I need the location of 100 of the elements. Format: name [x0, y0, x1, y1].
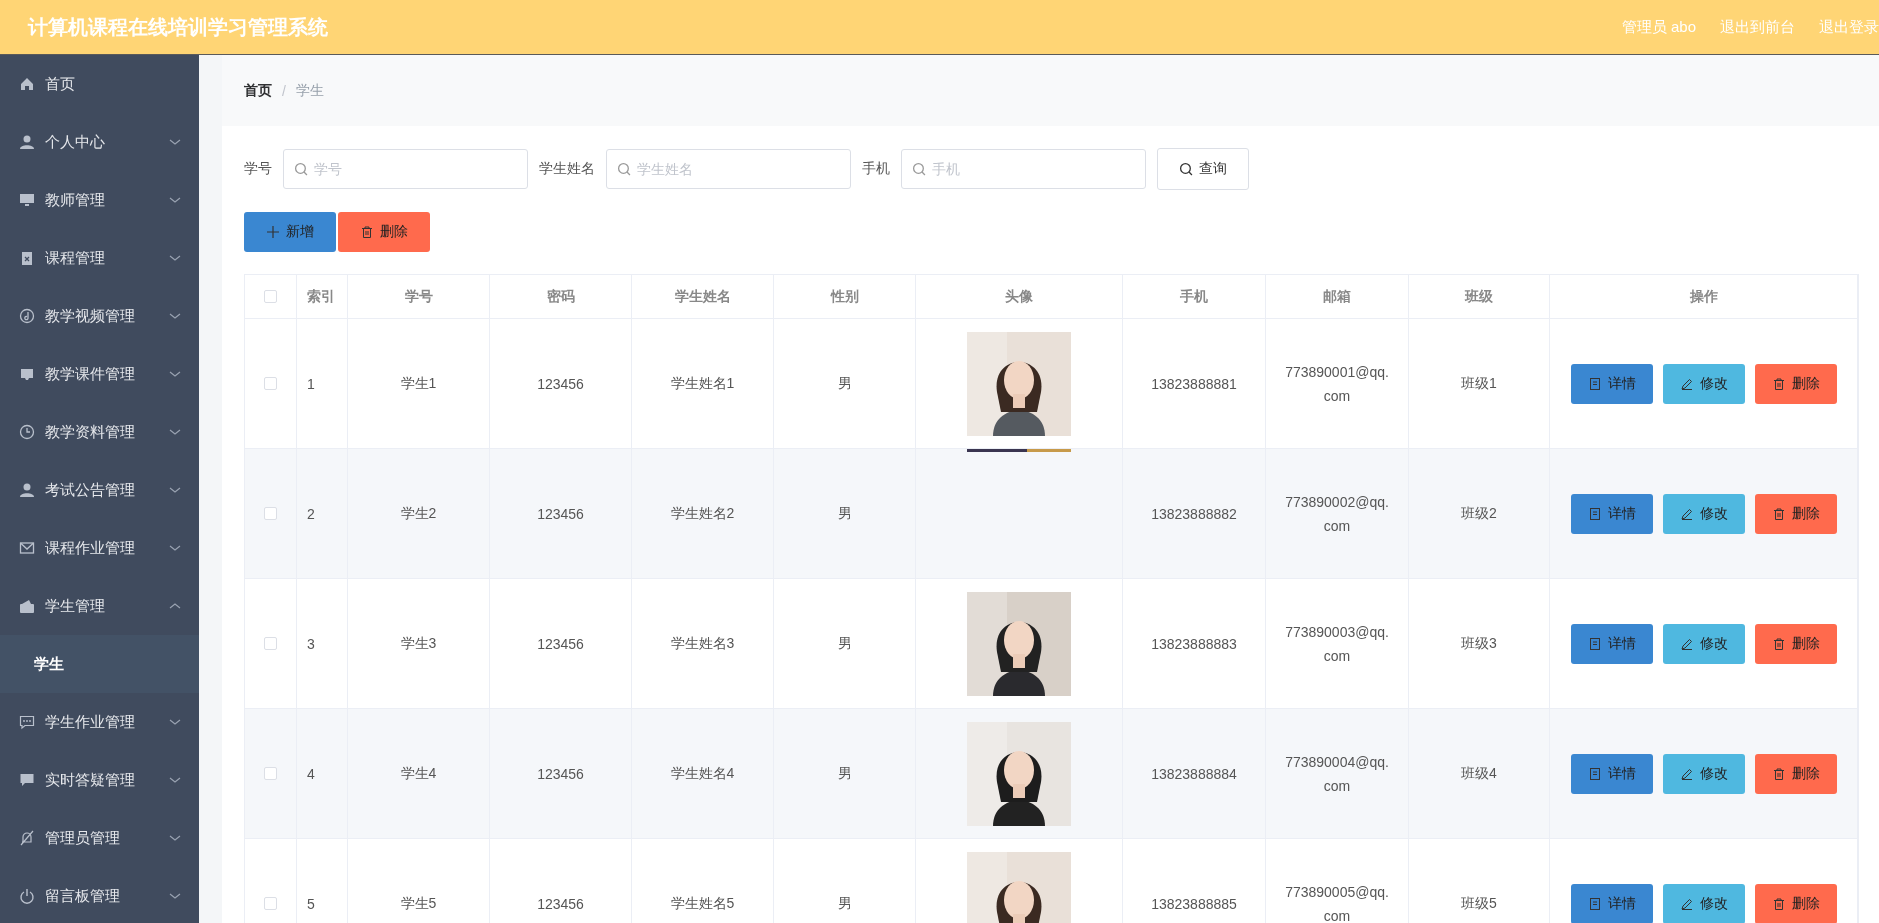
table-cell: 13823888883 [1151, 635, 1237, 652]
checkbox[interactable] [264, 637, 277, 650]
sidebar-item[interactable]: 个人中心 [0, 113, 199, 171]
table-cell: 男 [837, 634, 852, 653]
sidebar-item[interactable]: 课程管理 [0, 229, 199, 287]
table-cell: 男 [837, 894, 852, 913]
document-icon [1587, 636, 1602, 651]
details-button[interactable]: 详情 [1570, 623, 1653, 664]
tray-icon [19, 366, 35, 382]
table-cell: 男 [837, 374, 852, 393]
sidebar-item[interactable]: 教师管理 [0, 171, 199, 229]
search-icon [294, 162, 308, 176]
table-cell: 学生姓名2 [670, 504, 735, 523]
details-button[interactable]: 详情 [1570, 493, 1653, 534]
trash-icon [360, 225, 374, 239]
delete-button[interactable]: 删除 [1754, 363, 1837, 404]
trash-icon [1771, 376, 1786, 391]
sidebar-item[interactable]: 教学资料管理 [0, 403, 199, 461]
table-cell-text: 773890005@qq.com [1284, 882, 1390, 923]
checkbox[interactable] [264, 290, 277, 303]
sidebar-item[interactable]: 学生作业管理 [0, 693, 199, 751]
edit-button[interactable]: 修改 [1662, 623, 1745, 664]
search-field[interactable]: 学生姓名 [606, 149, 851, 189]
document-icon [1587, 376, 1602, 391]
sidebar-subitem[interactable]: 学生 [0, 635, 199, 693]
table-cell: 学生5 [400, 894, 437, 913]
breadcrumb-item[interactable]: 首页 [244, 81, 272, 100]
delete-button[interactable]: 删除 [1754, 753, 1837, 794]
delete-button[interactable]: 删除 [338, 212, 430, 252]
search-button[interactable]: 查询 [1157, 148, 1249, 190]
table-cell: 学生1 [400, 374, 437, 393]
table-cell-text: 773890001@qq.com [1284, 362, 1390, 406]
search-field[interactable]: 手机 [901, 149, 1146, 189]
add-button[interactable]: 新增 [244, 212, 336, 252]
table-cell: 学生3 [400, 634, 437, 653]
table-cell: 学生姓名1 [670, 374, 735, 393]
details-button[interactable]: 详情 [1570, 753, 1653, 794]
field-label: 学生姓名 [539, 160, 595, 178]
details-button[interactable]: 详情 [1570, 883, 1653, 923]
plus-icon [266, 225, 280, 239]
table-cell: 13823888882 [1151, 505, 1237, 522]
table-cell: 2 [307, 505, 315, 522]
sidebar-item[interactable]: 留言板管理 [0, 867, 199, 923]
app-title: 计算机课程在线培训学习管理系统 [28, 14, 329, 40]
sidebar-item[interactable]: 首页 [0, 55, 199, 113]
column-header: 学生姓名 [674, 287, 731, 306]
details-button[interactable]: 详情 [1570, 363, 1653, 404]
table-cell: 男 [837, 764, 852, 783]
table-cell: 123456 [537, 895, 584, 912]
table-cell: 学生4 [400, 764, 437, 783]
sidebar-item[interactable]: 课程作业管理 [0, 519, 199, 577]
checkbox[interactable] [264, 767, 277, 780]
table-cell: 123456 [537, 375, 584, 392]
sidebar-item[interactable]: 教学课件管理 [0, 345, 199, 403]
sidebar-item[interactable]: 教学视频管理 [0, 287, 199, 345]
edit-button[interactable]: 修改 [1662, 363, 1745, 404]
delete-button[interactable]: 删除 [1754, 493, 1837, 534]
sidebar-item[interactable]: 学生管理 [0, 577, 199, 635]
trash-icon [1771, 766, 1786, 781]
home-icon [19, 76, 35, 92]
checkbox[interactable] [264, 507, 277, 520]
clock-icon [19, 424, 35, 440]
search-icon [912, 162, 926, 176]
table-cell: 4 [307, 765, 315, 782]
breadcrumb-separator: / [282, 82, 286, 99]
user-name: 管理员 abo [1621, 17, 1696, 37]
column-header: 头像 [1005, 287, 1033, 306]
table-cell: 学生姓名4 [670, 764, 735, 783]
field-label: 学号 [244, 160, 272, 178]
power-icon [19, 888, 35, 904]
sidebar-item[interactable]: 考试公告管理 [0, 461, 199, 519]
table-cell: 3 [307, 635, 315, 652]
search-field[interactable]: 学号 [283, 149, 528, 189]
table-cell: 123456 [537, 635, 584, 652]
column-header: 性别 [830, 287, 859, 306]
field-label: 手机 [862, 160, 890, 178]
disc-icon [19, 308, 35, 324]
person-icon [19, 134, 35, 150]
search-icon [1179, 162, 1193, 176]
table-cell: 123456 [537, 765, 584, 782]
trash-icon [1771, 896, 1786, 911]
checkbox[interactable] [264, 377, 277, 390]
edit-button[interactable]: 修改 [1662, 883, 1745, 923]
sidebar-item[interactable]: 管理员管理 [0, 809, 199, 867]
delete-button[interactable]: 删除 [1754, 883, 1837, 923]
edit-button[interactable]: 修改 [1662, 493, 1745, 534]
trash-icon [1771, 506, 1786, 521]
sidebar-item[interactable]: 实时答疑管理 [0, 751, 199, 809]
pencil-icon [1679, 766, 1694, 781]
document-icon [1587, 506, 1602, 521]
table-cell-text: 773890004@qq.com [1284, 752, 1390, 796]
pencil-icon [1679, 896, 1694, 911]
checkbox[interactable] [264, 897, 277, 910]
edit-button[interactable]: 修改 [1662, 753, 1745, 794]
column-header: 操作 [1689, 287, 1718, 306]
delete-button[interactable]: 删除 [1754, 623, 1837, 664]
trash-icon [1771, 636, 1786, 651]
monitor-icon [19, 192, 35, 208]
document-icon [1587, 896, 1602, 911]
table-cell: 学生姓名5 [670, 894, 735, 913]
